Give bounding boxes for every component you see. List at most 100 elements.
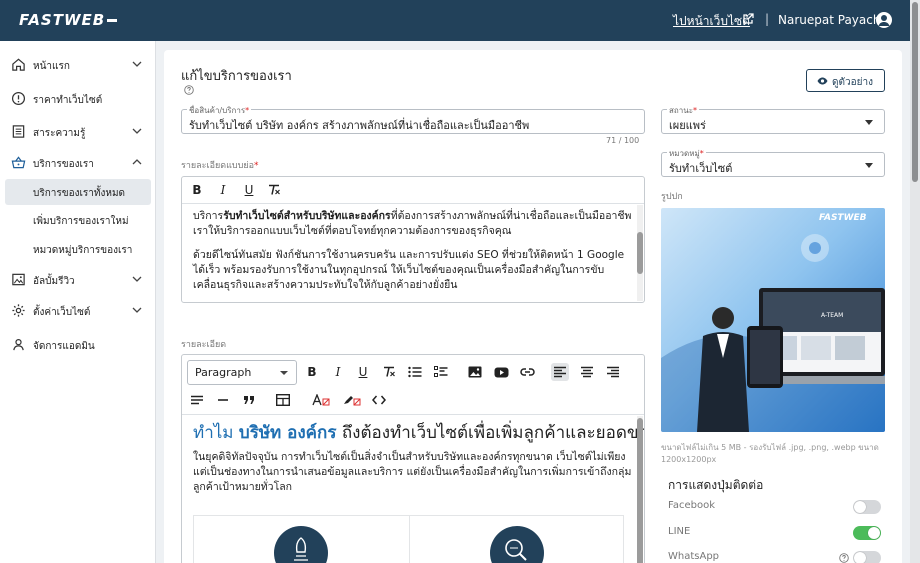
align-right-icon	[607, 366, 619, 378]
sidebar-subitem-add-service[interactable]: เพิ่มบริการของเราใหม่	[5, 207, 151, 233]
top-header: FASTWEB ไปหน้าเว็บไซต์ | Naruepat Payach…	[0, 0, 910, 41]
page-scrollbar-thumb[interactable]	[912, 2, 918, 182]
text-color-button[interactable]	[311, 391, 333, 409]
chevron-down-icon	[132, 307, 142, 313]
whatsapp-toggle[interactable]	[853, 551, 881, 563]
detail-body[interactable]: ในยุคดิจิทัลปัจจุบัน การทำเว็บไซต์เป็นสิ…	[193, 450, 633, 495]
insert-link-button[interactable]	[518, 363, 536, 381]
short-description-scroll-thumb[interactable]	[637, 232, 643, 274]
sidebar-subitem-service-categories[interactable]: หมวดหมู่บริการของเรา	[5, 236, 151, 262]
underline-button[interactable]: U	[354, 363, 372, 381]
bullet-list-icon	[408, 366, 422, 378]
insert-video-button[interactable]	[492, 363, 510, 381]
insert-image-button[interactable]	[466, 363, 484, 381]
horizontal-rule-button[interactable]	[214, 391, 232, 409]
sidebar-item-label: สาระความรู้	[33, 128, 86, 139]
sidebar-subitem-label: เพิ่มบริการของเราใหม่	[33, 216, 129, 227]
short-description-paragraph-1[interactable]: บริการรับทำเว็บไซต์สำหรับบริษัทและองค์กร…	[193, 209, 633, 239]
detail-embedded-table[interactable]	[193, 515, 624, 563]
bold-button[interactable]: B	[188, 181, 206, 199]
gear-icon	[12, 304, 25, 317]
clear-format-button[interactable]	[380, 363, 398, 381]
underline-button[interactable]: U	[240, 181, 258, 199]
clear-format-button[interactable]	[265, 181, 283, 199]
short-description-paragraph-2[interactable]: ด้วยดีไซน์ทันสมัย ฟังก์ชันการใช้งานครบคร…	[193, 248, 633, 293]
cover-image[interactable]: FASTWEB A-TEAM	[661, 208, 885, 432]
sidebar-item-services[interactable]: บริการของเรา	[0, 148, 156, 178]
short-description-scrollbar[interactable]	[637, 205, 643, 301]
source-code-button[interactable]	[370, 391, 388, 409]
detail-scrollbar[interactable]	[637, 416, 643, 563]
detail-label: รายละเอียด	[181, 340, 227, 350]
paragraph-select-value: Paragraph	[195, 366, 252, 379]
contact-row-line: LINE	[668, 524, 884, 542]
sidebar-subitem-all-services[interactable]: บริการของเราทั้งหมด	[5, 179, 151, 205]
info-circle-icon	[11, 91, 26, 106]
insert-table-button[interactable]	[274, 391, 292, 409]
caret-down-icon	[280, 371, 288, 375]
sidebar-item-label: ราคาทำเว็บไซต์	[33, 95, 103, 106]
sidebar-item-admin[interactable]: จัดการแอดมิน	[0, 330, 156, 360]
toggle-knob	[854, 552, 866, 563]
preview-button[interactable]: ดูตัวอย่าง	[806, 69, 885, 92]
gallery-icon	[12, 273, 25, 286]
contact-row-whatsapp: WhatsApp	[668, 549, 884, 563]
contact-row-facebook: Facebook	[668, 498, 884, 516]
paragraph-select[interactable]: Paragraph	[187, 360, 297, 385]
align-center-button[interactable]	[578, 363, 596, 381]
align-justify-button[interactable]	[188, 391, 206, 409]
sidebar-item-pricing[interactable]: ราคาทำเว็บไซต์	[0, 84, 156, 114]
highlight-color-button[interactable]	[342, 391, 364, 409]
italic-button[interactable]: I	[329, 363, 347, 381]
help-icon[interactable]	[839, 553, 849, 563]
bullet-list-button[interactable]	[406, 363, 424, 381]
sidebar-item-site-settings[interactable]: ตั้งค่าเว็บไซต์	[0, 296, 156, 326]
line-toggle[interactable]	[853, 526, 881, 540]
service-name-value: รับทำเว็บไซต์ บริษัท องค์กร สร้างภาพลักษ…	[189, 119, 530, 132]
sidebar-item-home[interactable]: หน้าแรก	[0, 50, 156, 80]
char-counter: 71 / 100	[606, 136, 640, 145]
fastweb-logo[interactable]: FASTWEB	[19, 11, 118, 29]
visit-website-link[interactable]: ไปหน้าเว็บไซต์	[673, 12, 750, 31]
italic-button[interactable]: I	[214, 181, 232, 199]
user-name[interactable]: Naruepat Payachai	[778, 13, 891, 27]
chevron-down-icon	[132, 61, 142, 67]
avatar[interactable]	[876, 12, 892, 28]
sidebar-subitem-label: บริการของเราทั้งหมด	[33, 188, 126, 199]
clear-format-icon	[269, 184, 280, 195]
preview-button-label: ดูตัวอย่าง	[832, 77, 873, 88]
page-scrollbar[interactable]	[910, 0, 920, 563]
detail-toolbar: Paragraph B I U	[182, 355, 644, 415]
help-icon[interactable]	[184, 85, 194, 95]
align-center-icon	[581, 366, 593, 378]
short-description-editor[interactable]: B I U บริการรับทำเว็บไซต์สำหรับบริษัทและ…	[181, 176, 645, 303]
numbered-list-button[interactable]	[432, 363, 450, 381]
link-icon	[519, 368, 535, 376]
bold-button[interactable]: B	[303, 363, 321, 381]
external-link-icon[interactable]	[742, 13, 754, 25]
category-value: รับทำเว็บไซต์	[669, 162, 733, 175]
sidebar-item-articles[interactable]: สาระความรู้	[0, 117, 156, 147]
blockquote-button[interactable]	[240, 391, 258, 409]
cover-image-label: รูปปก	[661, 192, 683, 202]
facebook-toggle[interactable]	[853, 500, 881, 514]
detail-heading[interactable]: ทำไม บริษัท องค์กร ถึงต้องทำเว็บไซต์เพื่…	[193, 419, 644, 446]
upload-note: ขนาดไฟล์ไม่เกิน 5 MB - รองรับไฟล์ .jpg, …	[661, 443, 879, 464]
detail-editor[interactable]: Paragraph B I U ทำไม บริษัท องค์กร ถึงต้…	[181, 354, 645, 563]
seo-search-icon	[490, 526, 544, 563]
code-icon	[372, 395, 386, 405]
align-right-button[interactable]	[604, 363, 622, 381]
category-label: หมวดหมู่*	[667, 147, 706, 160]
cover-logo: FASTWEB	[819, 213, 867, 223]
horizontal-rule-icon	[218, 399, 228, 401]
home-icon	[12, 58, 25, 71]
align-left-button[interactable]	[551, 363, 569, 381]
page-title: แก้ไขบริการของเรา	[181, 69, 292, 84]
rocket-icon	[274, 526, 328, 563]
service-name-label: ชื่อสินค้า/บริการ*	[187, 104, 252, 117]
clear-format-icon	[384, 366, 395, 377]
sidebar-item-review-album[interactable]: อัลบั้มรีวิว	[0, 265, 156, 295]
detail-scroll-thumb[interactable]	[637, 418, 643, 563]
sidebar-subitem-label: หมวดหมู่บริการของเรา	[33, 245, 133, 256]
sidebar-item-label: หน้าแรก	[33, 61, 70, 72]
